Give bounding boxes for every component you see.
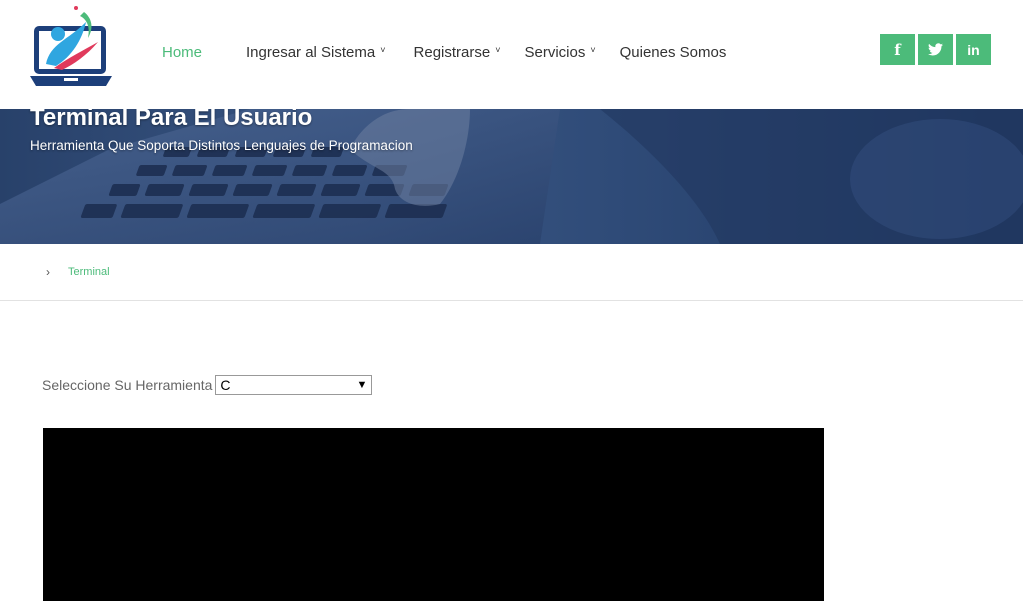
tool-select-value: C: [220, 377, 231, 393]
nav-ingresar-label: Ingresar al Sistema: [246, 44, 376, 61]
tool-select-label: Seleccione Su Herramienta: [42, 377, 213, 393]
dropdown-arrow-icon: ▼: [356, 379, 368, 391]
nav-home[interactable]: Home: [162, 44, 202, 61]
chevron-down-icon: ˅: [495, 45, 501, 55]
hero-banner: Terminal Para El Usuario Herramienta Que…: [0, 109, 1023, 244]
nav-home-label: Home: [162, 44, 203, 61]
social-links: f in: [880, 34, 991, 65]
nav-quienes-somos[interactable]: Quienes Somos: [620, 44, 727, 61]
chevron-down-icon: ˅: [590, 45, 596, 55]
tool-selector-row: Seleccione Su Herramienta C ▼: [42, 375, 373, 395]
terminal-area[interactable]: [43, 428, 824, 601]
page-title: Terminal Para El Usuario: [30, 109, 313, 131]
twitter-button[interactable]: [918, 34, 953, 65]
chevron-right-icon: ›: [46, 265, 50, 279]
linkedin-button[interactable]: in: [956, 34, 991, 65]
nav-registrarse[interactable]: Registrarse ˅: [414, 44, 501, 61]
nav-registrarse-label: Registrarse: [413, 44, 491, 61]
chevron-down-icon: ˅: [380, 45, 386, 55]
linkedin-icon: in: [967, 41, 980, 58]
page-subtitle: Herramienta Que Soporta Distintos Lengua…: [30, 138, 413, 153]
site-header: Home Ingresar al Sistema ˅ Registrarse ˅ S…: [0, 0, 1023, 109]
divider: [0, 300, 1023, 301]
nav-ingresar[interactable]: Ingresar al Sistema ˅: [246, 44, 386, 61]
logo[interactable]: [28, 4, 114, 104]
nav-servicios[interactable]: Servicios ˅: [524, 44, 595, 61]
main-nav: Home Ingresar al Sistema ˅ Registrarse ˅ S…: [162, 44, 726, 61]
twitter-icon: [928, 43, 943, 56]
facebook-icon: f: [894, 40, 901, 59]
tool-select[interactable]: C ▼: [215, 375, 373, 395]
nav-quienes-somos-label: Quienes Somos: [619, 44, 727, 61]
facebook-button[interactable]: f: [880, 34, 915, 65]
nav-servicios-label: Servicios: [524, 44, 586, 61]
breadcrumb: › Terminal: [46, 265, 110, 279]
breadcrumb-terminal[interactable]: Terminal: [68, 266, 110, 278]
